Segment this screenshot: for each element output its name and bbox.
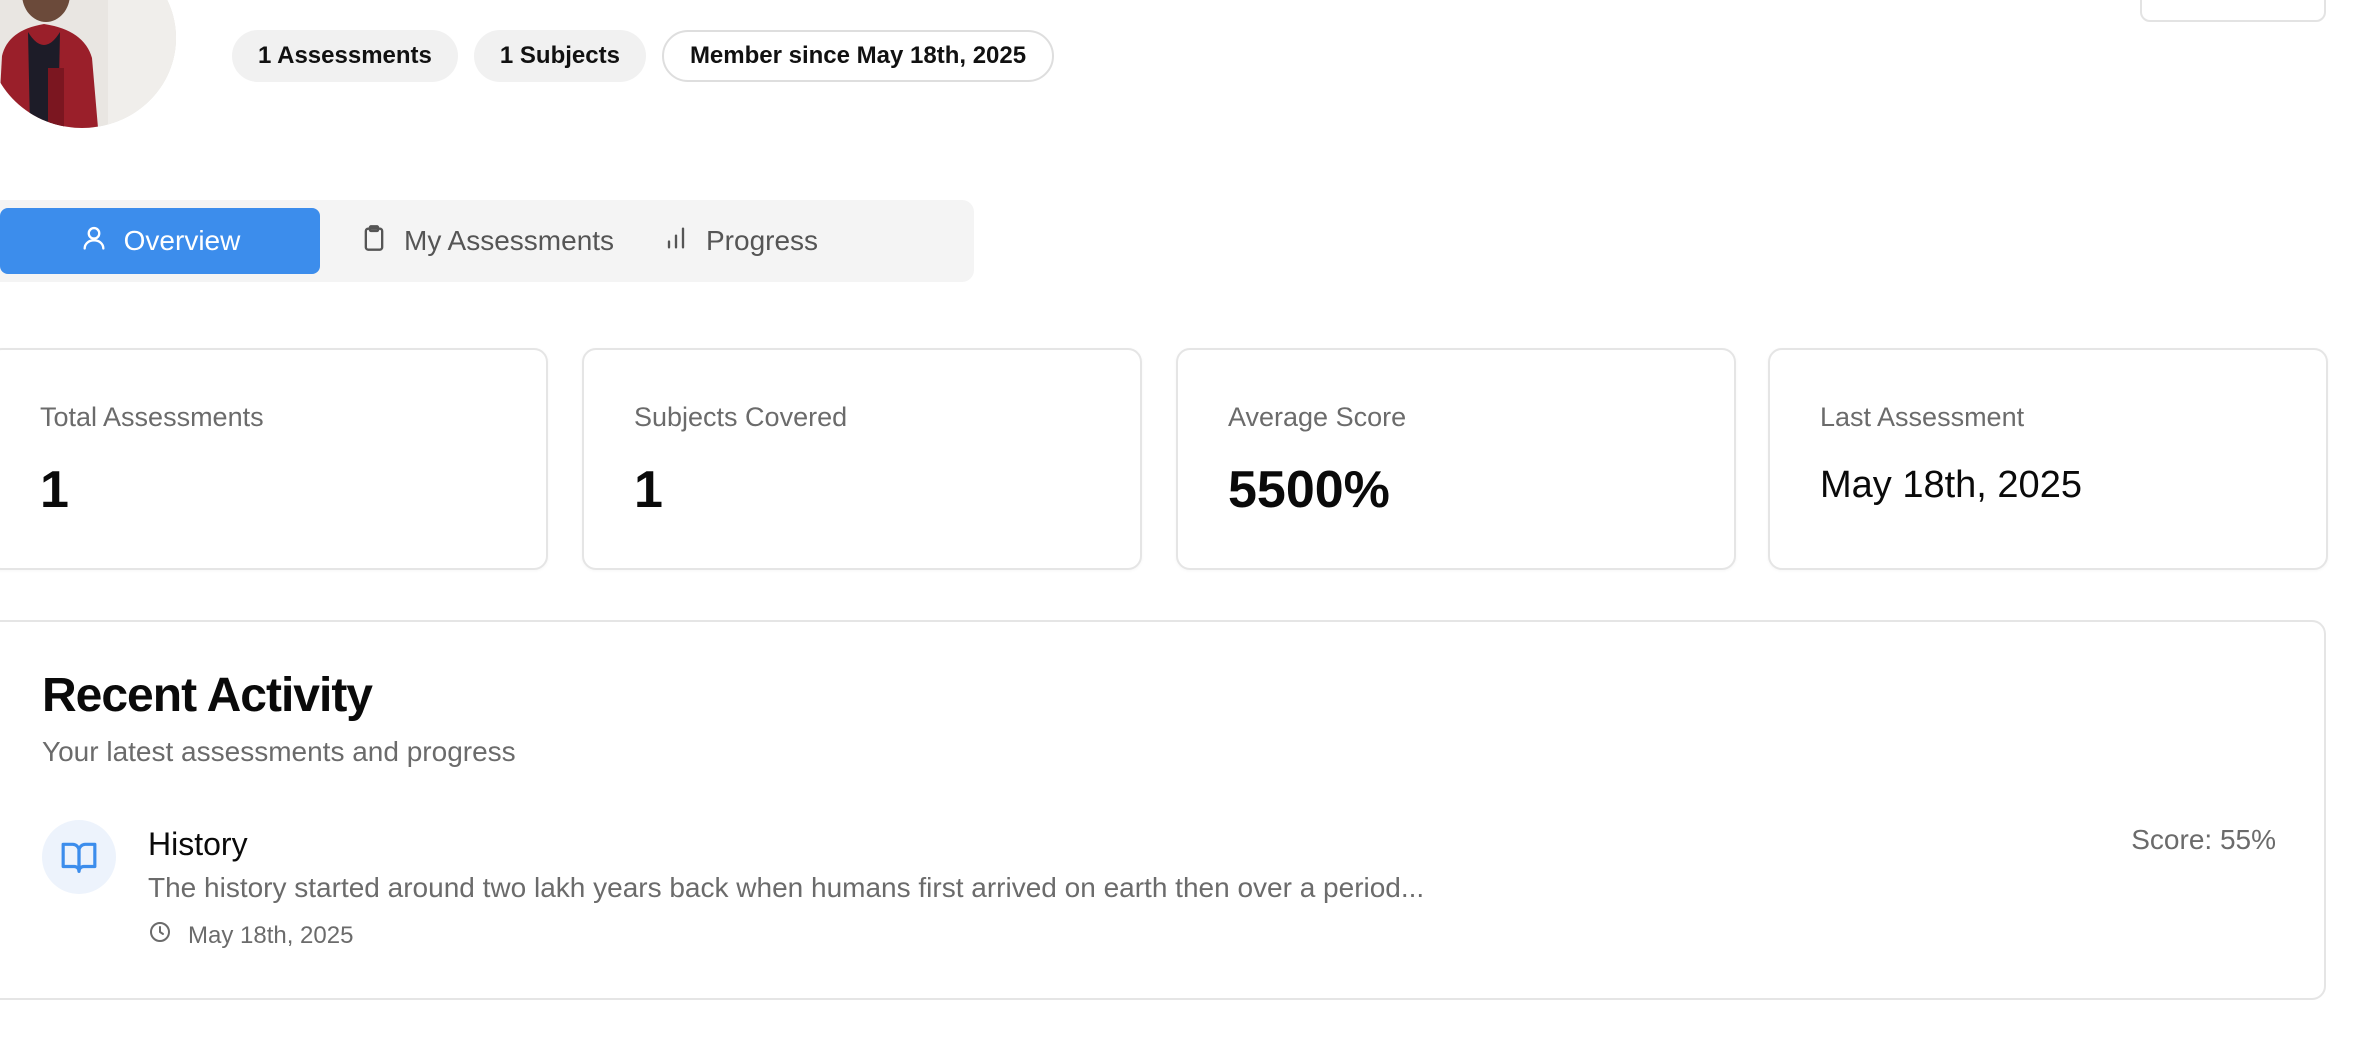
stat-label: Average Score: [1228, 402, 1407, 432]
stat-label: Subjects Covered: [634, 402, 848, 432]
tab-progress[interactable]: Progress: [662, 208, 872, 274]
bar-chart-icon: [662, 224, 690, 259]
assessments-count-badge: 1 Assessments: [232, 30, 458, 82]
recent-activity-title: Recent Activity: [42, 669, 373, 722]
stat-card-last-assessment: Last Assessment May 18th, 2025: [1768, 348, 2328, 570]
header-action-button[interactable]: [2140, 0, 2326, 22]
stat-label: Last Assessment: [1820, 402, 2025, 432]
recent-activity-card: Recent Activity Your latest assessments …: [0, 620, 2326, 1000]
activity-item-subject[interactable]: History: [148, 826, 248, 863]
stat-card-average-score: Average Score 5500%: [1176, 348, 1736, 570]
tab-my-assessments[interactable]: My Assessments: [328, 208, 648, 274]
tab-overview[interactable]: Overview: [0, 208, 320, 274]
activity-item-score: Score: 55%: [2131, 824, 2276, 855]
member-since-badge: Member since May 18th, 2025: [661, 30, 1055, 82]
activity-item-date-row: May 18th, 2025: [148, 920, 353, 951]
activity-item-description: The history started around two lakh year…: [148, 872, 1425, 903]
clipboard-icon: [360, 224, 388, 259]
activity-item-date: May 18th, 2025: [188, 921, 354, 949]
avatar-photo: [0, 0, 176, 128]
stat-value: 1: [634, 461, 663, 519]
clock-icon: [148, 920, 172, 951]
recent-activity-subtitle: Your latest assessments and progress: [42, 736, 516, 767]
profile-badges: 1 Assessments 1 Subjects Member since Ma…: [232, 30, 1055, 82]
stat-card-subjects-covered: Subjects Covered 1: [582, 348, 1142, 570]
book-open-icon: [42, 820, 116, 894]
subjects-count-badge: 1 Subjects: [473, 30, 646, 82]
stat-card-total-assessments: Total Assessments 1: [0, 348, 548, 570]
user-icon: [80, 224, 108, 259]
profile-avatar: [0, 0, 176, 128]
stat-label: Total Assessments: [40, 402, 264, 432]
stat-value: 1: [40, 461, 69, 519]
tab-overview-label: Overview: [123, 225, 241, 256]
profile-tabs: Overview My Assessments Progress: [0, 200, 974, 282]
tab-progress-label: Progress: [706, 225, 819, 256]
stat-value: May 18th, 2025: [1820, 464, 2082, 506]
tab-my-assessments-label: My Assessments: [404, 225, 615, 256]
stat-value: 5500%: [1228, 461, 1390, 519]
